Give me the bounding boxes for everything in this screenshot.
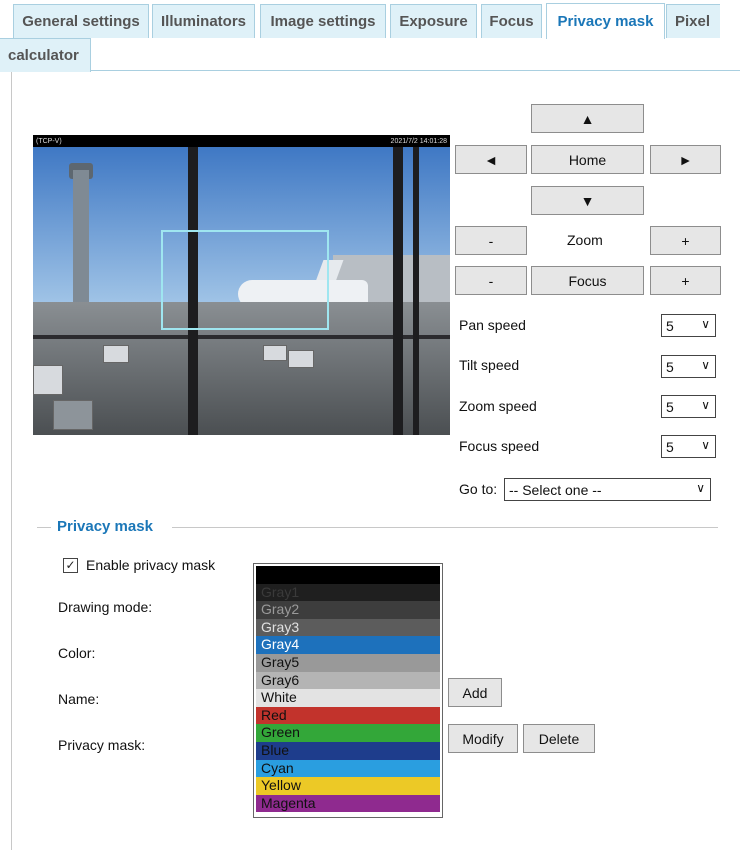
video-control-tower — [73, 170, 89, 305]
color-label: Color: — [58, 645, 96, 661]
goto-label: Go to: — [459, 481, 498, 497]
tab-pixel-calculator-label: Pixel — [675, 13, 711, 30]
section-divider — [37, 527, 51, 528]
chevron-down-icon: ∨ — [701, 358, 710, 372]
add-button[interactable]: Add — [448, 678, 502, 707]
tilt-speed-select[interactable]: 5 ∨ — [661, 355, 716, 378]
color-option[interactable]: Gray3 — [256, 618, 440, 637]
pan-right-button[interactable]: ► — [650, 145, 721, 174]
zoom-in-button[interactable]: + — [650, 226, 721, 255]
tab-general-settings[interactable]: General settings — [13, 4, 149, 38]
tab-bar-underline — [90, 70, 740, 71]
chevron-down-icon: ∨ — [701, 438, 710, 452]
tab-illuminators[interactable]: Illuminators — [152, 4, 255, 38]
color-option[interactable]: Gray5 — [256, 653, 440, 672]
video-window-frame — [33, 335, 450, 339]
pan-speed-value: 5 — [666, 317, 674, 334]
video-overlay-bar: (TCP-V) 2021/7/2 14:01:28 — [33, 135, 450, 147]
tab-focus[interactable]: Focus — [481, 4, 542, 38]
video-vehicle — [288, 350, 314, 368]
focus-button[interactable]: Focus — [531, 266, 644, 295]
modify-button[interactable]: Modify — [448, 724, 518, 753]
tab-exposure[interactable]: Exposure — [390, 4, 477, 38]
focus-far-button[interactable]: + — [650, 266, 721, 295]
focus-speed-value: 5 — [666, 438, 674, 455]
tab-bar: General settings Illuminators Image sett… — [0, 0, 740, 72]
color-option[interactable]: Gray2 — [256, 601, 440, 619]
goto-preset-select[interactable]: -- Select one -- ∨ — [504, 478, 711, 501]
tab-pixel-calculator[interactable]: Pixel — [666, 4, 720, 38]
video-vehicle — [103, 345, 129, 363]
zoom-speed-select[interactable]: 5 ∨ — [661, 395, 716, 418]
tab-pixel-calculator-label-2: calculator — [8, 47, 79, 64]
video-vehicle — [33, 365, 63, 395]
arrow-left-icon: ◄ — [484, 151, 498, 168]
video-window-pillar — [413, 147, 419, 435]
color-option[interactable]: Yellow — [256, 777, 440, 795]
tilt-up-button[interactable]: ▲ — [531, 104, 644, 133]
zoom-out-button[interactable]: - — [455, 226, 527, 255]
section-divider — [172, 527, 718, 528]
tab-image-settings[interactable]: Image settings — [260, 4, 386, 38]
color-option[interactable]: Gray6 — [256, 671, 440, 690]
chevron-down-icon: ∨ — [701, 398, 710, 412]
focus-speed-select[interactable]: 5 ∨ — [661, 435, 716, 458]
color-option[interactable]: White — [256, 689, 440, 707]
color-option[interactable]: Magenta — [256, 794, 440, 813]
delete-button[interactable]: Delete — [523, 724, 595, 753]
name-label: Name: — [58, 691, 100, 707]
zoom-speed-value: 5 — [666, 398, 674, 415]
tab-pixel-calculator-wrap[interactable]: calculator — [0, 38, 91, 72]
color-option[interactable]: Green — [256, 724, 440, 742]
arrow-right-icon: ► — [678, 151, 693, 168]
color-dropdown-list[interactable]: Gray1 Gray2 Gray3 Gray4 Gray5 Gray6 Whit… — [253, 563, 443, 818]
color-option-selected[interactable]: Gray4 — [256, 636, 440, 654]
privacy-mask-section-title: Privacy mask — [57, 518, 153, 535]
color-option[interactable]: Red — [256, 706, 440, 725]
video-window-pillar — [393, 147, 403, 435]
arrow-up-icon: ▲ — [580, 110, 595, 127]
color-option[interactable]: Gray1 — [256, 583, 440, 602]
arrow-down-icon: ▼ — [580, 192, 595, 209]
tilt-down-button[interactable]: ▼ — [531, 186, 644, 215]
goto-preset-value: -- Select one -- — [509, 481, 602, 498]
zoom-speed-label: Zoom speed — [459, 398, 537, 414]
privacy-mask-region[interactable] — [161, 230, 329, 330]
tab-privacy-mask[interactable]: Privacy mask — [546, 3, 665, 39]
zoom-label: Zoom — [567, 232, 603, 248]
focus-speed-label: Focus speed — [459, 438, 540, 454]
color-option[interactable]: Cyan — [256, 759, 440, 778]
video-vehicle — [263, 345, 287, 361]
color-option[interactable]: Blue — [256, 741, 440, 760]
pan-speed-select[interactable]: 5 ∨ — [661, 314, 716, 337]
left-border — [11, 72, 12, 850]
video-timestamp: 2021/7/2 14:01:28 — [390, 137, 447, 145]
home-button[interactable]: Home — [531, 145, 644, 174]
video-vehicle — [53, 400, 93, 430]
live-view[interactable]: (TCP-V) 2021/7/2 14:01:28 — [33, 135, 450, 435]
focus-near-button[interactable]: - — [455, 266, 527, 295]
chevron-down-icon: ∨ — [696, 481, 705, 495]
privacy-mask-list-label: Privacy mask: — [58, 737, 146, 753]
enable-privacy-mask-label: Enable privacy mask — [86, 557, 216, 573]
drawing-mode-label: Drawing mode: — [58, 599, 153, 615]
tilt-speed-value: 5 — [666, 358, 674, 375]
color-option[interactable] — [256, 566, 440, 584]
tilt-speed-label: Tilt speed — [459, 357, 520, 373]
pan-left-button[interactable]: ◄ — [455, 145, 527, 174]
enable-privacy-mask-checkbox[interactable]: ✓ — [63, 558, 78, 573]
chevron-down-icon: ∨ — [701, 317, 710, 331]
camera-label: (TCP-V) — [36, 137, 62, 145]
pan-speed-label: Pan speed — [459, 317, 526, 333]
